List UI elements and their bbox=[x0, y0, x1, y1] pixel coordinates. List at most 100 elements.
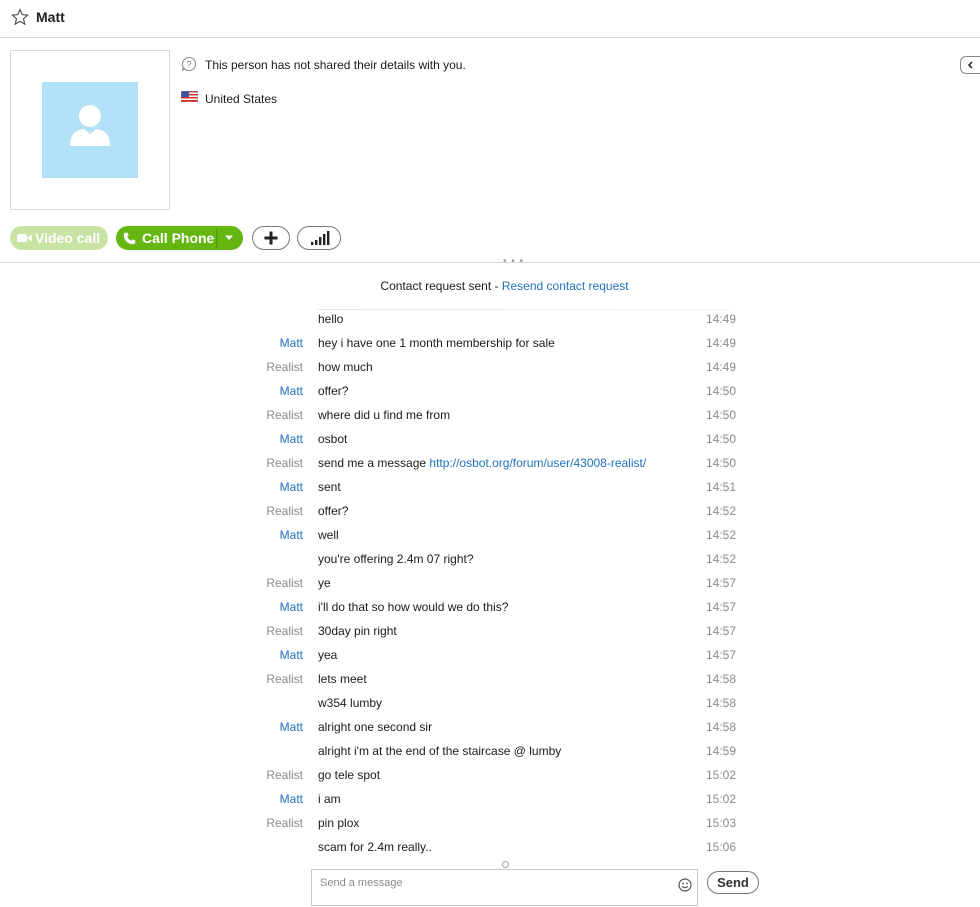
message-row: w354 lumby 14:58 bbox=[0, 696, 980, 720]
message-sender: Matt bbox=[279, 720, 303, 734]
message-sender: Matt bbox=[279, 384, 303, 398]
message-body: sent bbox=[318, 480, 341, 494]
message-body: alright i'm at the end of the staircase … bbox=[318, 744, 562, 758]
message-timestamp: 14:58 bbox=[706, 696, 737, 710]
message-row: alright i'm at the end of the staircase … bbox=[0, 744, 980, 768]
country-label: United States bbox=[205, 92, 278, 106]
add-participant-button[interactable] bbox=[252, 226, 290, 250]
request-separator: - bbox=[491, 279, 502, 293]
message-body: pin plox bbox=[318, 816, 360, 830]
message-body: you're offering 2.4m 07 right? bbox=[318, 552, 474, 566]
message-text: lets meet bbox=[318, 672, 367, 686]
message-timestamp: 14:57 bbox=[706, 648, 737, 662]
message-timestamp: 15:03 bbox=[706, 816, 737, 830]
message-text: 30day pin right bbox=[318, 624, 397, 638]
message-timestamp: 14:57 bbox=[706, 624, 737, 638]
message-sender: Realist bbox=[266, 504, 303, 518]
message-text: scam for 2.4m really.. bbox=[318, 840, 432, 854]
message-body: hey i have one 1 month membership for sa… bbox=[318, 336, 555, 350]
message-row: you're offering 2.4m 07 right? 14:52 bbox=[0, 552, 980, 576]
message-text: well bbox=[318, 528, 339, 542]
message-row: Realist lets meet 14:58 bbox=[0, 672, 980, 696]
message-sender: Matt bbox=[279, 336, 303, 350]
message-body: alright one second sir bbox=[318, 720, 433, 734]
message-text: send me a message http://osbot.org/forum… bbox=[318, 456, 646, 470]
message-row: Matt i am 15:02 bbox=[0, 792, 980, 816]
message-timestamp: 14:49 bbox=[706, 312, 737, 326]
chat-separator bbox=[318, 309, 730, 310]
message-row: Matt hey i have one 1 month membership fo… bbox=[0, 336, 980, 360]
message-sender: Matt bbox=[279, 792, 303, 806]
message-text: osbot bbox=[318, 432, 347, 446]
message-row: Realist how much 14:49 bbox=[0, 360, 980, 384]
send-button[interactable]: Send bbox=[707, 871, 759, 894]
message-timestamp: 14:52 bbox=[706, 552, 737, 566]
message-text: alright i'm at the end of the staircase … bbox=[318, 744, 561, 758]
chevron-left-icon bbox=[967, 61, 973, 69]
collapse-panel-button[interactable] bbox=[960, 56, 980, 74]
message-body: offer? bbox=[318, 384, 349, 398]
emoticon-icon[interactable] bbox=[678, 878, 692, 892]
message-body: go tele spot bbox=[318, 768, 381, 782]
message-text: you're offering 2.4m 07 right? bbox=[318, 552, 474, 566]
message-timestamp: 14:57 bbox=[706, 576, 737, 590]
message-sender: Matt bbox=[279, 600, 303, 614]
message-text: alright one second sir bbox=[318, 720, 432, 734]
message-body: scam for 2.4m really.. bbox=[318, 840, 432, 854]
message-timestamp: 14:50 bbox=[706, 408, 737, 422]
message-text: sent bbox=[318, 480, 341, 494]
message-row: hello 14:49 bbox=[0, 312, 980, 336]
message-sender: Matt bbox=[279, 648, 303, 662]
message-timestamp: 14:58 bbox=[706, 672, 737, 686]
message-row: Matt yea 14:57 bbox=[0, 648, 980, 672]
message-body: well bbox=[318, 528, 339, 542]
message-body: where did u find me from bbox=[318, 408, 451, 422]
call-quality-button[interactable] bbox=[297, 226, 341, 250]
message-row: Matt well 14:52 bbox=[0, 528, 980, 552]
us-flag-icon bbox=[181, 91, 198, 102]
message-timestamp: 14:58 bbox=[706, 720, 737, 734]
message-text: hey i have one 1 month membership for sa… bbox=[318, 336, 555, 350]
message-body: 30day pin right bbox=[318, 624, 397, 638]
panel-divider[interactable] bbox=[0, 262, 980, 263]
message-body: how much bbox=[318, 360, 373, 374]
message-body: yea bbox=[318, 648, 338, 662]
message-sender: Realist bbox=[266, 360, 303, 374]
message-timestamp: 15:02 bbox=[706, 792, 737, 806]
message-row: Realist pin plox 15:03 bbox=[0, 816, 980, 840]
message-body: i am bbox=[318, 792, 341, 806]
resend-request-link[interactable]: Resend contact request bbox=[502, 279, 629, 293]
message-text: where did u find me from bbox=[318, 408, 450, 422]
message-text: offer? bbox=[318, 384, 348, 398]
message-sender: Realist bbox=[266, 768, 303, 782]
message-row: Matt sent 14:51 bbox=[0, 480, 980, 504]
call-phone-button[interactable]: Call Phone bbox=[116, 226, 243, 250]
caret-down-icon[interactable] bbox=[224, 235, 234, 241]
message-body: osbot bbox=[318, 432, 348, 446]
video-call-button[interactable]: Video call bbox=[10, 226, 108, 250]
message-text: go tele spot bbox=[318, 768, 380, 782]
message-input[interactable]: Send a message bbox=[311, 869, 698, 906]
message-link[interactable]: http://osbot.org/forum/user/43008-realis… bbox=[429, 456, 646, 470]
message-row: Realist where did u find me from 14:50 bbox=[0, 408, 980, 432]
message-row: Matt offer? 14:50 bbox=[0, 384, 980, 408]
message-body: send me a message bbox=[318, 456, 430, 470]
message-sender: Realist bbox=[266, 456, 303, 470]
avatar-frame bbox=[10, 50, 170, 210]
star-icon[interactable] bbox=[11, 8, 29, 26]
message-body: ye bbox=[318, 576, 331, 590]
message-timestamp: 14:49 bbox=[706, 336, 737, 350]
message-text: how much bbox=[318, 360, 373, 374]
video-call-label: Video call bbox=[35, 230, 101, 246]
message-sender: Matt bbox=[279, 432, 303, 446]
message-timestamp: 14:49 bbox=[706, 360, 737, 374]
typing-indicator bbox=[502, 861, 509, 868]
person-icon bbox=[70, 105, 110, 146]
call-phone-label: Call Phone bbox=[142, 230, 215, 246]
message-row: Realist go tele spot 15:02 bbox=[0, 768, 980, 792]
message-timestamp: 14:52 bbox=[706, 504, 737, 518]
message-text: hello bbox=[318, 312, 343, 326]
svg-text:?: ? bbox=[186, 60, 191, 70]
message-body: hello bbox=[318, 312, 344, 326]
message-row: Realist send me a message http://osbot.or… bbox=[0, 456, 980, 480]
